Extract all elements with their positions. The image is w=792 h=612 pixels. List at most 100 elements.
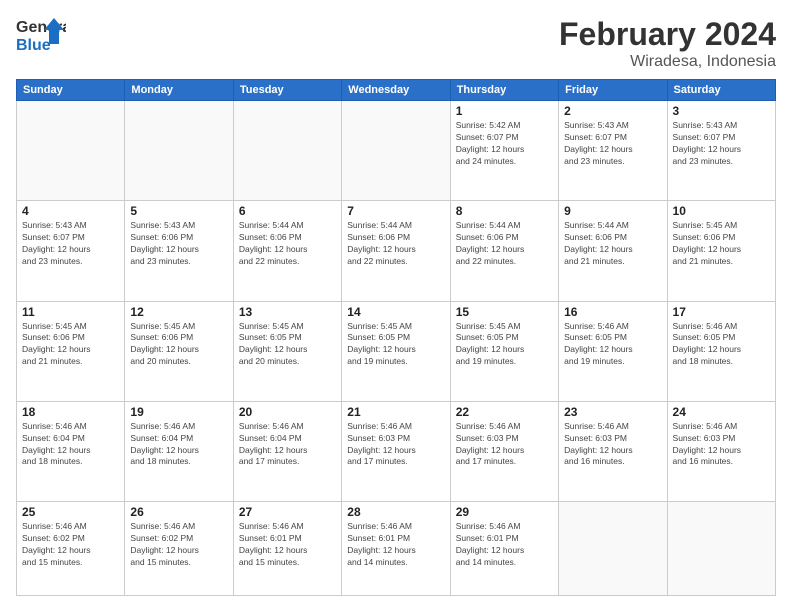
logo-svg: GeneralBlue <box>16 16 66 56</box>
day-number: 17 <box>673 305 770 319</box>
day-info: Sunrise: 5:46 AM Sunset: 6:04 PM Dayligh… <box>239 421 336 469</box>
day-info: Sunrise: 5:43 AM Sunset: 6:07 PM Dayligh… <box>564 120 661 168</box>
calendar-cell: 17Sunrise: 5:46 AM Sunset: 6:05 PM Dayli… <box>667 301 775 401</box>
day-info: Sunrise: 5:43 AM Sunset: 6:07 PM Dayligh… <box>673 120 770 168</box>
day-number: 25 <box>22 505 119 519</box>
day-number: 19 <box>130 405 227 419</box>
day-number: 26 <box>130 505 227 519</box>
day-info: Sunrise: 5:45 AM Sunset: 6:06 PM Dayligh… <box>130 321 227 369</box>
day-number: 24 <box>673 405 770 419</box>
day-number: 9 <box>564 204 661 218</box>
calendar-cell: 9 Sunrise: 5:44 AM Sunset: 6:06 PM Daylig… <box>559 201 667 301</box>
calendar-cell <box>559 502 667 596</box>
col-tuesday: Tuesday <box>233 80 341 101</box>
calendar-header-row: Sunday Monday Tuesday Wednesday Thursday… <box>17 80 776 101</box>
day-number: 18 <box>22 405 119 419</box>
day-info: Sunrise: 5:46 AM Sunset: 6:01 PM Dayligh… <box>456 521 553 569</box>
calendar-cell: 29 Sunrise: 5:46 AM Sunset: 6:01 PM Dayli… <box>450 502 558 596</box>
calendar-cell: 14Sunrise: 5:45 AM Sunset: 6:05 PM Dayli… <box>342 301 450 401</box>
col-thursday: Thursday <box>450 80 558 101</box>
calendar-cell: 26 Sunrise: 5:46 AM Sunset: 6:02 PM Dayli… <box>125 502 233 596</box>
day-number: 10 <box>673 204 770 218</box>
calendar-week-2: 4 Sunrise: 5:43 AM Sunset: 6:07 PM Daylig… <box>17 201 776 301</box>
calendar-cell: 13Sunrise: 5:45 AM Sunset: 6:05 PM Dayli… <box>233 301 341 401</box>
day-number: 28 <box>347 505 444 519</box>
day-info: Sunrise: 5:45 AM Sunset: 6:06 PM Dayligh… <box>22 321 119 369</box>
day-number: 8 <box>456 204 553 218</box>
calendar-cell: 3 Sunrise: 5:43 AM Sunset: 6:07 PM Daylig… <box>667 101 775 201</box>
calendar-cell: 4 Sunrise: 5:43 AM Sunset: 6:07 PM Daylig… <box>17 201 125 301</box>
calendar-cell: 28 Sunrise: 5:46 AM Sunset: 6:01 PM Dayli… <box>342 502 450 596</box>
main-title: February 2024 <box>559 16 776 53</box>
day-info: Sunrise: 5:46 AM Sunset: 6:03 PM Dayligh… <box>564 421 661 469</box>
calendar-cell: 11 Sunrise: 5:45 AM Sunset: 6:06 PM Dayli… <box>17 301 125 401</box>
day-number: 21 <box>347 405 444 419</box>
calendar-week-1: 1Sunrise: 5:42 AM Sunset: 6:07 PM Daylig… <box>17 101 776 201</box>
day-info: Sunrise: 5:43 AM Sunset: 6:07 PM Dayligh… <box>22 220 119 268</box>
calendar-cell: 22 Sunrise: 5:46 AM Sunset: 6:03 PM Dayli… <box>450 401 558 501</box>
col-monday: Monday <box>125 80 233 101</box>
subtitle: Wiradesa, Indonesia <box>559 53 776 71</box>
calendar-cell: 15Sunrise: 5:45 AM Sunset: 6:05 PM Dayli… <box>450 301 558 401</box>
calendar-cell: 20 Sunrise: 5:46 AM Sunset: 6:04 PM Dayli… <box>233 401 341 501</box>
col-wednesday: Wednesday <box>342 80 450 101</box>
day-info: Sunrise: 5:46 AM Sunset: 6:04 PM Dayligh… <box>130 421 227 469</box>
day-number: 7 <box>347 204 444 218</box>
day-number: 4 <box>22 204 119 218</box>
day-number: 20 <box>239 405 336 419</box>
calendar-cell: 25 Sunrise: 5:46 AM Sunset: 6:02 PM Dayli… <box>17 502 125 596</box>
day-info: Sunrise: 5:45 AM Sunset: 6:05 PM Dayligh… <box>347 321 444 369</box>
day-info: Sunrise: 5:44 AM Sunset: 6:06 PM Dayligh… <box>456 220 553 268</box>
day-number: 29 <box>456 505 553 519</box>
calendar-week-5: 25 Sunrise: 5:46 AM Sunset: 6:02 PM Dayli… <box>17 502 776 596</box>
col-friday: Friday <box>559 80 667 101</box>
day-info: Sunrise: 5:46 AM Sunset: 6:02 PM Dayligh… <box>130 521 227 569</box>
day-info: Sunrise: 5:45 AM Sunset: 6:05 PM Dayligh… <box>239 321 336 369</box>
calendar-cell: 27Sunrise: 5:46 AM Sunset: 6:01 PM Dayli… <box>233 502 341 596</box>
day-number: 1 <box>456 104 553 118</box>
day-number: 11 <box>22 305 119 319</box>
svg-text:Blue: Blue <box>16 37 51 54</box>
day-info: Sunrise: 5:44 AM Sunset: 6:06 PM Dayligh… <box>239 220 336 268</box>
calendar-cell <box>342 101 450 201</box>
calendar-cell: 23 Sunrise: 5:46 AM Sunset: 6:03 PM Dayli… <box>559 401 667 501</box>
calendar-cell: 1Sunrise: 5:42 AM Sunset: 6:07 PM Daylig… <box>450 101 558 201</box>
day-number: 16 <box>564 305 661 319</box>
calendar-cell: 24Sunrise: 5:46 AM Sunset: 6:03 PM Dayli… <box>667 401 775 501</box>
logo: GeneralBlue <box>16 16 66 56</box>
calendar-cell: 10 Sunrise: 5:45 AM Sunset: 6:06 PM Dayli… <box>667 201 775 301</box>
col-sunday: Sunday <box>17 80 125 101</box>
calendar-cell <box>125 101 233 201</box>
day-number: 6 <box>239 204 336 218</box>
calendar-cell <box>17 101 125 201</box>
day-number: 3 <box>673 104 770 118</box>
calendar-table: Sunday Monday Tuesday Wednesday Thursday… <box>16 79 776 596</box>
day-info: Sunrise: 5:46 AM Sunset: 6:02 PM Dayligh… <box>22 521 119 569</box>
day-info: Sunrise: 5:44 AM Sunset: 6:06 PM Dayligh… <box>347 220 444 268</box>
calendar-cell: 2 Sunrise: 5:43 AM Sunset: 6:07 PM Daylig… <box>559 101 667 201</box>
calendar-cell: 12Sunrise: 5:45 AM Sunset: 6:06 PM Dayli… <box>125 301 233 401</box>
day-info: Sunrise: 5:45 AM Sunset: 6:06 PM Dayligh… <box>673 220 770 268</box>
calendar-cell <box>233 101 341 201</box>
title-block: February 2024 Wiradesa, Indonesia <box>559 16 776 71</box>
day-number: 2 <box>564 104 661 118</box>
calendar-cell: 16 Sunrise: 5:46 AM Sunset: 6:05 PM Dayli… <box>559 301 667 401</box>
calendar-cell: 8 Sunrise: 5:44 AM Sunset: 6:06 PM Daylig… <box>450 201 558 301</box>
col-saturday: Saturday <box>667 80 775 101</box>
day-info: Sunrise: 5:46 AM Sunset: 6:03 PM Dayligh… <box>456 421 553 469</box>
calendar-cell: 18 Sunrise: 5:46 AM Sunset: 6:04 PM Dayli… <box>17 401 125 501</box>
calendar-cell: 21Sunrise: 5:46 AM Sunset: 6:03 PM Dayli… <box>342 401 450 501</box>
day-info: Sunrise: 5:46 AM Sunset: 6:01 PM Dayligh… <box>347 521 444 569</box>
calendar-cell <box>667 502 775 596</box>
day-number: 27 <box>239 505 336 519</box>
day-info: Sunrise: 5:46 AM Sunset: 6:05 PM Dayligh… <box>564 321 661 369</box>
day-number: 15 <box>456 305 553 319</box>
day-info: Sunrise: 5:44 AM Sunset: 6:06 PM Dayligh… <box>564 220 661 268</box>
calendar-week-4: 18 Sunrise: 5:46 AM Sunset: 6:04 PM Dayli… <box>17 401 776 501</box>
calendar-cell: 7 Sunrise: 5:44 AM Sunset: 6:06 PM Daylig… <box>342 201 450 301</box>
day-info: Sunrise: 5:46 AM Sunset: 6:04 PM Dayligh… <box>22 421 119 469</box>
day-number: 23 <box>564 405 661 419</box>
day-number: 22 <box>456 405 553 419</box>
day-number: 5 <box>130 204 227 218</box>
day-info: Sunrise: 5:43 AM Sunset: 6:06 PM Dayligh… <box>130 220 227 268</box>
